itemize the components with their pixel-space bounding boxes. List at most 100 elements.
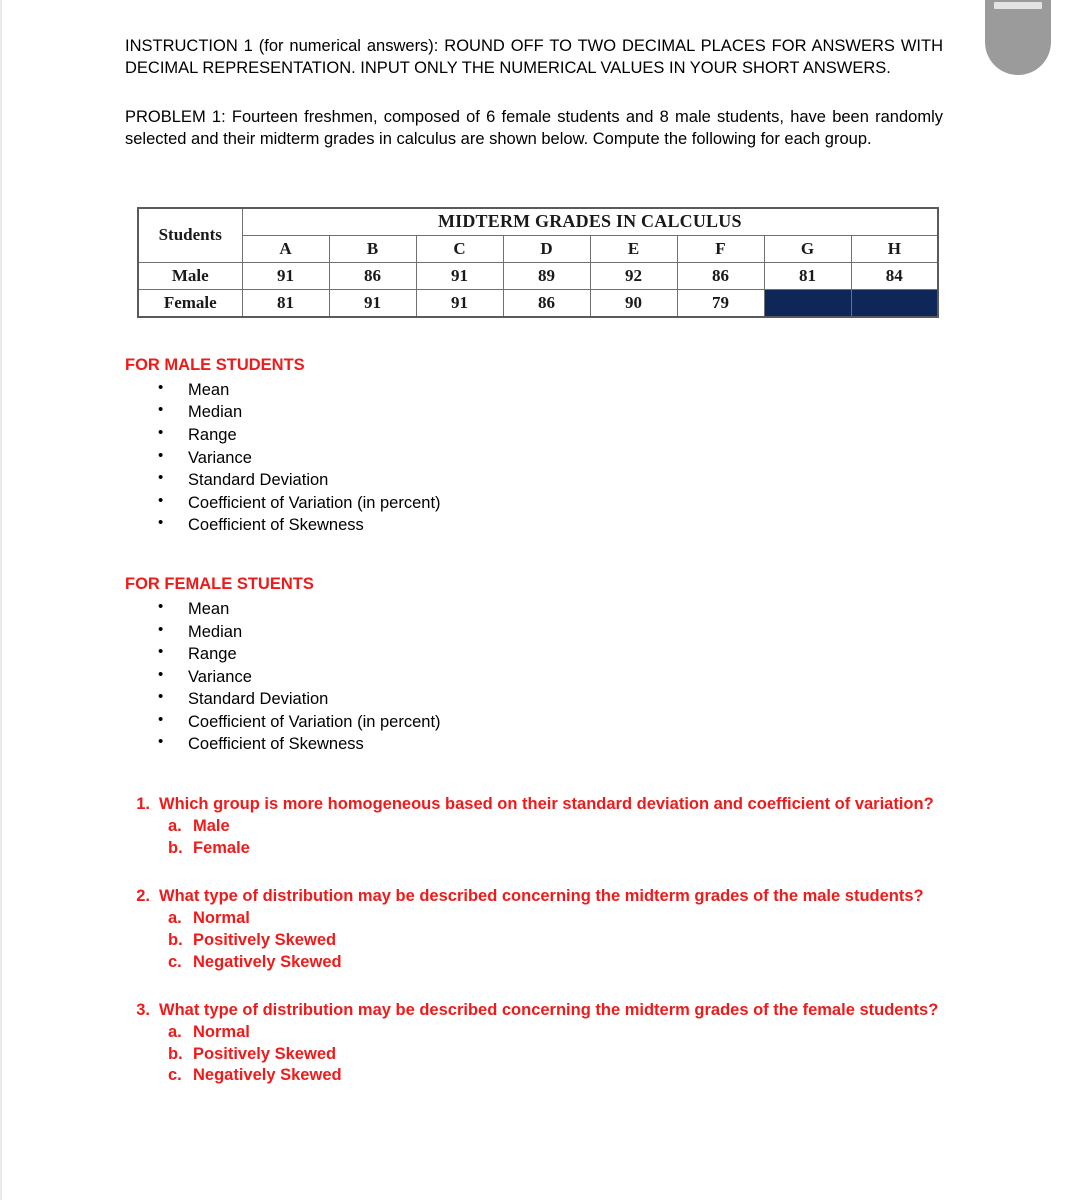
option-letter: a. [168, 1022, 182, 1041]
row-label-female: Female [137, 288, 243, 318]
option-label: Negatively Skewed [193, 952, 342, 971]
table-title: MIDTERM GRADES IN CALCULUS [241, 206, 940, 236]
question-2-row: 2. What type of distribution may be desc… [125, 886, 943, 908]
option-letter: c. [168, 1066, 182, 1085]
column-header-c: C [415, 234, 504, 263]
option-letter: a. [168, 908, 182, 927]
list-item: Standard Deviation [125, 687, 943, 711]
cell-female-e: 90 [589, 288, 678, 318]
cell-male-c: 91 [415, 261, 504, 290]
metrics-list-male: Mean Median Range Variance Standard Devi… [125, 378, 943, 537]
option-label: Positively Skewed [193, 1044, 337, 1063]
question-3-text: What type of distribution may be describ… [159, 1000, 939, 1019]
section-heading-female: FOR FEMALE STUENTS [125, 574, 314, 593]
grades-table-wrapper: Students MIDTERM GRADES IN CALCULUS A B … [137, 206, 943, 318]
cell-male-a: 91 [241, 261, 330, 290]
list-item: Variance [125, 665, 943, 689]
list-item: Range [125, 642, 943, 666]
column-header-e: E [589, 234, 678, 263]
question-3: 3. What type of distribution may be desc… [125, 1000, 943, 1088]
table-row-male: Male 91 86 91 89 92 86 81 84 [137, 261, 940, 290]
shield-badge-bar [994, 2, 1042, 9]
question-2: 2. What type of distribution may be desc… [125, 886, 943, 974]
list-item: Range [125, 423, 943, 447]
cell-female-c: 91 [415, 288, 504, 318]
cell-male-b: 86 [328, 261, 417, 290]
question-3-option-b[interactable]: b. Positively Skewed [168, 1044, 943, 1066]
cell-male-e: 92 [589, 261, 678, 290]
list-item: Coefficient of Skewness [125, 732, 943, 756]
midterm-grades-table: Students MIDTERM GRADES IN CALCULUS A B … [137, 206, 940, 318]
option-label: Male [193, 817, 230, 835]
question-1: 1. Which group is more homogeneous based… [125, 794, 943, 860]
cell-male-g: 81 [763, 261, 852, 290]
option-letter: a. [168, 817, 182, 835]
question-1-option-b[interactable]: b. Female [168, 838, 943, 860]
table-body: Male 91 86 91 89 92 86 81 84 Female 81 9… [137, 261, 940, 318]
column-header-d: D [502, 234, 591, 263]
option-label: Normal [193, 908, 250, 927]
list-item: Coefficient of Variation (in percent) [125, 710, 943, 734]
section-heading-male: FOR MALE STUDENTS [125, 355, 305, 374]
page-left-edge [0, 0, 2, 1200]
question-2-option-c[interactable]: c. Negatively Skewed [168, 952, 943, 974]
cell-male-d: 89 [502, 261, 591, 290]
table-title-row: Students MIDTERM GRADES IN CALCULUS [137, 206, 940, 263]
cell-female-d: 86 [502, 288, 591, 318]
option-label: Normal [193, 1022, 250, 1041]
cell-female-f: 79 [676, 288, 765, 318]
document-body: INSTRUCTION 1 (for numerical answers): R… [125, 0, 943, 1087]
question-1-text: Which group is more homogeneous based on… [159, 795, 934, 814]
question-3-option-c[interactable]: c. Negatively Skewed [168, 1065, 943, 1087]
option-label: Female [193, 838, 250, 857]
questions-list: 1. Which group is more homogeneous based… [125, 794, 943, 1087]
cell-male-f: 86 [676, 261, 765, 290]
option-label: Negatively Skewed [193, 1066, 342, 1085]
list-item: Median [125, 620, 943, 644]
metrics-list-female: Mean Median Range Variance Standard Devi… [125, 597, 943, 756]
list-item: Mean [125, 597, 943, 621]
question-2-option-a[interactable]: a. Normal [168, 908, 943, 930]
instruction-paragraph: INSTRUCTION 1 (for numerical answers): R… [125, 37, 943, 77]
option-letter: c. [168, 952, 182, 971]
question-3-options: a. Normal b. Positively Skewed c. Negati… [125, 1022, 943, 1088]
option-label: Positively Skewed [193, 930, 337, 949]
list-item: Variance [125, 446, 943, 470]
column-header-h: H [850, 234, 940, 263]
column-header-b: B [328, 234, 417, 263]
table-column-header-row: A B C D E F G H [138, 234, 940, 263]
list-item: Standard Deviation [125, 468, 943, 492]
question-2-number: 2. [136, 886, 150, 905]
question-1-option-a[interactable]: a. Male [168, 816, 943, 838]
shield-badge-icon [985, 0, 1051, 75]
list-item: Median [125, 400, 943, 424]
column-header-a: A [241, 234, 330, 263]
row-label-male: Male [137, 261, 243, 290]
cell-female-g-filled [763, 288, 852, 318]
cell-female-a: 81 [241, 288, 330, 318]
table-corner-label: Students [137, 206, 243, 263]
table-head: Students MIDTERM GRADES IN CALCULUS A B … [137, 206, 940, 263]
question-3-number: 3. [136, 1000, 150, 1019]
cell-female-h-filled [850, 288, 940, 318]
cell-male-h: 84 [850, 261, 940, 290]
option-letter: b. [168, 930, 183, 949]
list-item: Coefficient of Variation (in percent) [125, 491, 943, 515]
question-2-option-b[interactable]: b. Positively Skewed [168, 930, 943, 952]
problem-paragraph: PROBLEM 1: Fourteen freshmen, composed o… [125, 107, 943, 148]
question-1-row: 1. Which group is more homogeneous based… [125, 794, 943, 816]
question-1-number: 1. [136, 795, 150, 814]
question-2-text: What type of distribution may be describ… [159, 886, 924, 905]
option-letter: b. [168, 1044, 183, 1063]
column-header-g: G [763, 234, 852, 263]
option-letter: b. [168, 838, 183, 857]
question-3-row: 3. What type of distribution may be desc… [125, 1000, 943, 1022]
cell-female-b: 91 [328, 288, 417, 318]
table-row-female: Female 81 91 91 86 90 79 [137, 288, 940, 318]
question-1-options: a. Male b. Female [125, 816, 943, 860]
column-header-f: F [676, 234, 765, 263]
list-item: Coefficient of Skewness [125, 513, 943, 537]
question-2-options: a. Normal b. Positively Skewed c. Negati… [125, 908, 943, 974]
list-item: Mean [125, 378, 943, 402]
question-3-option-a[interactable]: a. Normal [168, 1022, 943, 1044]
